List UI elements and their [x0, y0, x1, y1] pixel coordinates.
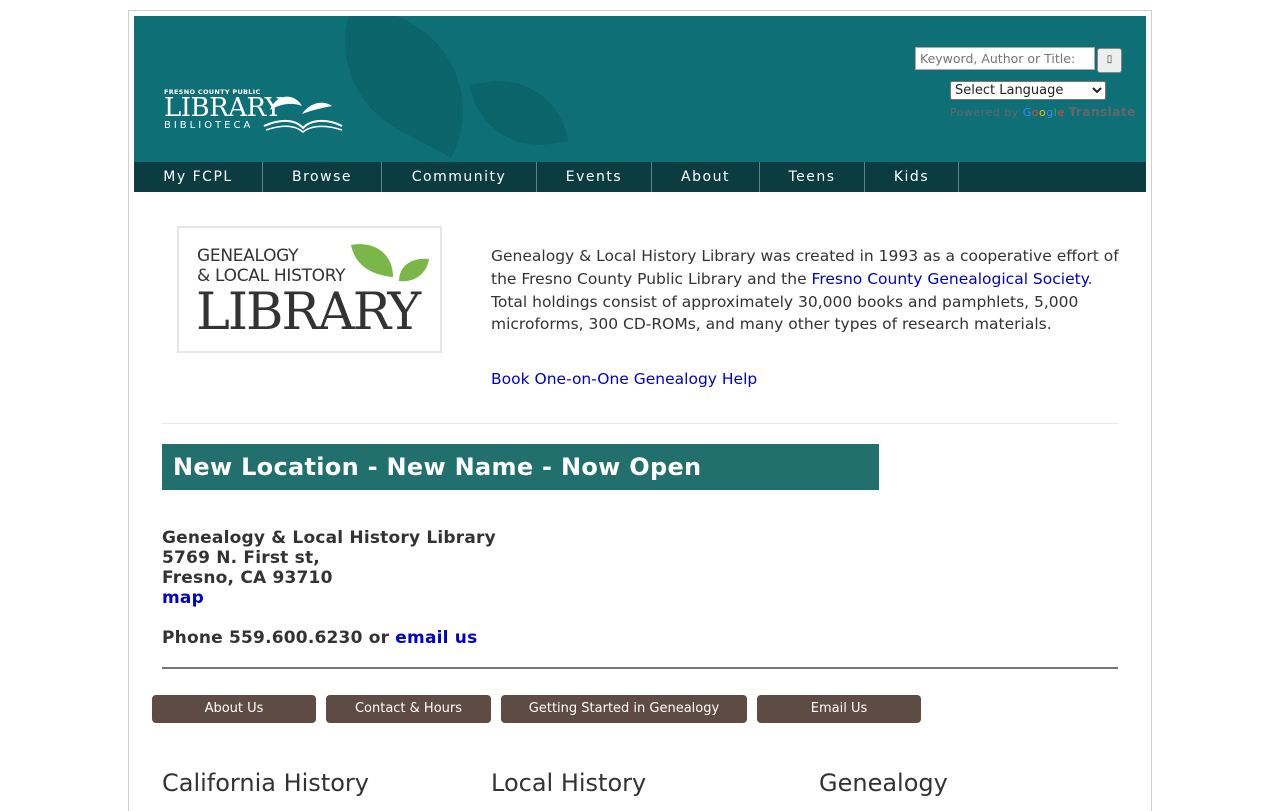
book-help-link[interactable]: Book One-on-One Genealogy Help [491, 370, 757, 388]
city-address: Fresno, CA 93710 [162, 568, 333, 588]
nav-item-about[interactable]: About [652, 162, 760, 192]
green-leaves-icon [351, 244, 429, 282]
google-logo: Google [1022, 106, 1065, 119]
genealogical-society-link[interactable]: Fresno County Genealogical Society [812, 270, 1088, 288]
nav-item-my-fcpl[interactable]: My FCPL [134, 162, 263, 192]
gen-logo-line1: GENEALOGY [197, 246, 299, 266]
phone-text: Phone 559.600.6230 or [162, 628, 396, 648]
getting-started-button[interactable]: Getting Started in Genealogy [501, 695, 747, 723]
email-us-link[interactable]: email us [395, 628, 477, 648]
email-us-button[interactable]: Email Us [757, 695, 921, 723]
california-history-heading: California History [162, 769, 369, 797]
map-link[interactable]: map [162, 588, 204, 608]
nav-item-community[interactable]: Community [382, 162, 537, 192]
about-us-button[interactable]: About Us [152, 695, 316, 723]
nav-item-kids[interactable]: Kids [865, 162, 959, 192]
local-history-heading: Local History [491, 769, 647, 797]
gen-logo-line3: LIBRARY [196, 283, 421, 342]
intro-paragraph: Genealogy & Local History Library was cr… [491, 245, 1121, 336]
search-icon: ▯ [1106, 54, 1113, 65]
language-select[interactable]: Select Language [950, 81, 1106, 100]
nav-item-browse[interactable]: Browse [263, 162, 382, 192]
page-container: FRESNO COUNTY PUBLIC LIBRARY BIBLIOTECA … [128, 10, 1152, 811]
book-leaf-icon [263, 96, 343, 133]
site-header: FRESNO COUNTY PUBLIC LIBRARY BIBLIOTECA … [134, 16, 1146, 162]
translate-link[interactable]: Translate [1069, 105, 1136, 119]
google-translate-credit: Powered by Google Translate [950, 105, 1136, 119]
contact-hours-button[interactable]: Contact & Hours [326, 695, 491, 723]
decorative-leaf-small [469, 72, 569, 154]
street-address: 5769 N. First st, [162, 548, 320, 568]
powered-by-text: Powered by [950, 106, 1019, 119]
genealogy-heading: Genealogy [819, 769, 948, 797]
search-button[interactable]: ▯ [1097, 48, 1122, 73]
phone-line: Phone 559.600.6230 or email us [162, 628, 477, 648]
main-nav: My FCPL Browse Community Events About Te… [134, 162, 1146, 192]
search-input[interactable] [915, 47, 1095, 70]
nav-item-events[interactable]: Events [537, 162, 652, 192]
announcement-banner: New Location - New Name - Now Open [162, 444, 879, 490]
divider [162, 423, 1118, 424]
library-name: Genealogy & Local History Library [162, 528, 496, 548]
section-divider [162, 667, 1118, 669]
address-block: Genealogy & Local History Library 5769 N… [162, 528, 496, 608]
nav-item-teens[interactable]: Teens [760, 162, 865, 192]
site-logo[interactable]: FRESNO COUNTY PUBLIC LIBRARY BIBLIOTECA [164, 88, 343, 133]
genealogy-library-logo: GENEALOGY & LOCAL HISTORY LIBRARY [177, 226, 442, 353]
